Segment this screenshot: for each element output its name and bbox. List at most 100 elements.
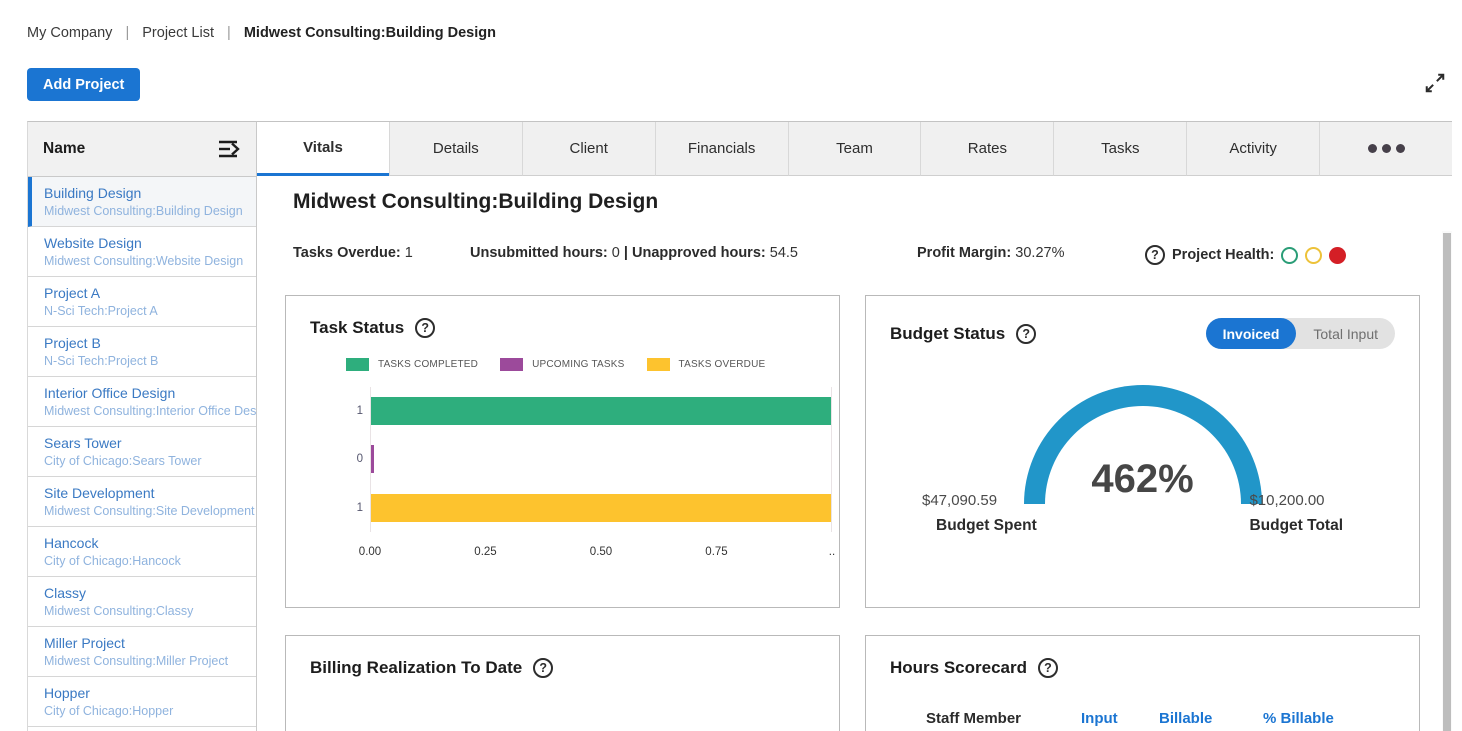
project-health-stat: ? Project Health:: [1145, 245, 1346, 265]
project-tabs: Vitals Details Client Financials Team Ra…: [257, 121, 1452, 176]
billing-realization-title: Billing Realization To Date: [310, 658, 522, 678]
task-status-legend: TASKS COMPLETEDUPCOMING TASKSTASKS OVERD…: [346, 358, 815, 371]
ellipsis-icon: [1382, 144, 1391, 153]
project-title: Interior Office Design: [44, 383, 250, 403]
ellipsis-icon: [1396, 144, 1405, 153]
health-red-icon: [1329, 247, 1346, 264]
vertical-scrollbar[interactable]: [1442, 231, 1452, 731]
project-subtitle: Midwest Consulting:Interior Office Desig…: [44, 403, 250, 420]
sidebar-item-interior-office-design[interactable]: Interior Office Design Midwest Consultin…: [28, 377, 256, 427]
sidebar-header: Name: [28, 122, 256, 177]
breadcrumb-my-company[interactable]: My Company: [27, 25, 112, 41]
tab-details[interactable]: Details: [389, 122, 522, 176]
tasks-overdue-stat: Tasks Overdue: 1: [293, 245, 413, 261]
x-axis-tick: 0.00: [359, 546, 381, 558]
sidebar-item-classy[interactable]: Classy Midwest Consulting:Classy: [28, 577, 256, 627]
project-subtitle: City of Chicago:Hopper: [44, 703, 250, 720]
bar-row: 1: [371, 484, 831, 532]
tab-financials[interactable]: Financials: [655, 122, 788, 176]
budget-gauge: 462% $47,090.59 Budget Spent $10,200.00 …: [890, 357, 1395, 582]
profit-margin-value: 30.27%: [1015, 245, 1064, 261]
task-status-xaxis: 0.000.250.500.75..: [370, 546, 832, 564]
unsubmitted-hours-label: Unsubmitted hours:: [470, 245, 608, 261]
tab-team[interactable]: Team: [788, 122, 921, 176]
budget-spent-label: Budget Spent: [936, 517, 1037, 535]
column-staff-member: Staff Member: [926, 710, 1021, 727]
sidebar-name-column-header[interactable]: Name: [43, 140, 85, 158]
sidebar-item-project-b[interactable]: Project B N-Sci Tech:Project B: [28, 327, 256, 377]
budget-total-amount: $10,200.00: [1249, 492, 1343, 509]
project-title: Hancock: [44, 533, 250, 553]
project-title: Site Development: [44, 483, 250, 503]
unsubmitted-hours-value: 0: [612, 245, 620, 261]
toggle-invoiced[interactable]: Invoiced: [1206, 318, 1297, 349]
legend-swatch-icon: [647, 358, 670, 371]
bar-segment: [371, 494, 831, 522]
project-title: Building Design: [44, 183, 250, 203]
scrollbar-thumb[interactable]: [1443, 233, 1451, 731]
budget-total-block: $10,200.00 Budget Total: [1249, 492, 1343, 535]
project-title: Website Design: [44, 233, 250, 253]
y-axis-label: 0: [345, 453, 363, 465]
gauge-percent-value: 462%: [1091, 457, 1193, 502]
unapproved-hours-value: 54.5: [770, 245, 798, 261]
help-icon[interactable]: ?: [533, 658, 553, 678]
billing-realization-card: Billing Realization To Date ?: [285, 635, 840, 731]
y-axis-label: 1: [345, 405, 363, 417]
ellipsis-icon: [1368, 144, 1377, 153]
tasks-overdue-value: 1: [405, 245, 413, 261]
sidebar-item-website-design[interactable]: Website Design Midwest Consulting:Websit…: [28, 227, 256, 277]
breadcrumb-project-list[interactable]: Project List: [142, 25, 214, 41]
legend-item: TASKS OVERDUE: [647, 358, 766, 371]
project-subtitle: Midwest Consulting:Classy: [44, 603, 250, 620]
hours-stat: Unsubmitted hours: 0 | Unapproved hours:…: [470, 245, 798, 261]
help-icon[interactable]: ?: [1145, 245, 1165, 265]
toggle-total-input[interactable]: Total Input: [1296, 318, 1395, 349]
project-subtitle: Midwest Consulting:Website Design: [44, 253, 250, 270]
budget-spent-amount: $47,090.59: [922, 492, 1037, 509]
tab-more[interactable]: [1319, 122, 1452, 176]
project-health-label: Project Health:: [1172, 247, 1274, 263]
column-percent-billable[interactable]: % Billable: [1263, 710, 1334, 727]
sidebar-item-hancock[interactable]: Hancock City of Chicago:Hancock: [28, 527, 256, 577]
column-input[interactable]: Input: [1081, 710, 1118, 727]
tab-tasks[interactable]: Tasks: [1053, 122, 1186, 176]
sidebar-item-hopper[interactable]: Hopper City of Chicago:Hopper: [28, 677, 256, 727]
tab-activity[interactable]: Activity: [1186, 122, 1319, 176]
vitals-content: Midwest Consulting:Building Design Tasks…: [257, 176, 1452, 731]
legend-label: TASKS COMPLETED: [378, 359, 478, 370]
profit-margin-label: Profit Margin:: [917, 245, 1011, 261]
project-subtitle: Midwest Consulting:Site Development: [44, 503, 250, 520]
budget-total-label: Budget Total: [1249, 517, 1343, 535]
project-subtitle: N-Sci Tech:Project B: [44, 353, 250, 370]
help-icon[interactable]: ?: [1016, 324, 1036, 344]
sidebar-item-sears-tower[interactable]: Sears Tower City of Chicago:Sears Tower: [28, 427, 256, 477]
add-project-button[interactable]: Add Project: [27, 68, 140, 101]
sidebar-item-building-design[interactable]: Building Design Midwest Consulting:Build…: [28, 177, 256, 227]
tab-vitals[interactable]: Vitals: [257, 122, 389, 176]
sidebar-item-project-a[interactable]: Project A N-Sci Tech:Project A: [28, 277, 256, 327]
collapse-sidebar-icon[interactable]: [217, 138, 243, 160]
help-icon[interactable]: ?: [1038, 658, 1058, 678]
project-title: Hopper: [44, 683, 250, 703]
project-title: Classy: [44, 583, 250, 603]
hours-table-header: Staff Member Input Billable % Billable: [890, 710, 1395, 730]
help-icon[interactable]: ?: [415, 318, 435, 338]
tab-rates[interactable]: Rates: [920, 122, 1053, 176]
hours-scorecard-card: Hours Scorecard ? Staff Member Input Bil…: [865, 635, 1420, 731]
budget-status-title: Budget Status: [890, 324, 1005, 344]
project-title: Project A: [44, 283, 250, 303]
sidebar-item-site-development[interactable]: Site Development Midwest Consulting:Site…: [28, 477, 256, 527]
expand-fullscreen-icon[interactable]: [1424, 72, 1446, 94]
project-subtitle: Midwest Consulting:Miller Project: [44, 653, 250, 670]
page-title: Midwest Consulting:Building Design: [293, 190, 658, 214]
x-axis-tick: 0.50: [590, 546, 612, 558]
sidebar-item-miller-project[interactable]: Miller Project Midwest Consulting:Miller…: [28, 627, 256, 677]
unapproved-hours-label: Unapproved hours:: [632, 245, 766, 261]
tab-client[interactable]: Client: [522, 122, 655, 176]
column-billable[interactable]: Billable: [1159, 710, 1212, 727]
x-axis-tick: ..: [829, 546, 835, 558]
legend-item: TASKS COMPLETED: [346, 358, 478, 371]
project-title: Miller Project: [44, 633, 250, 653]
bar-segment: [371, 397, 831, 425]
